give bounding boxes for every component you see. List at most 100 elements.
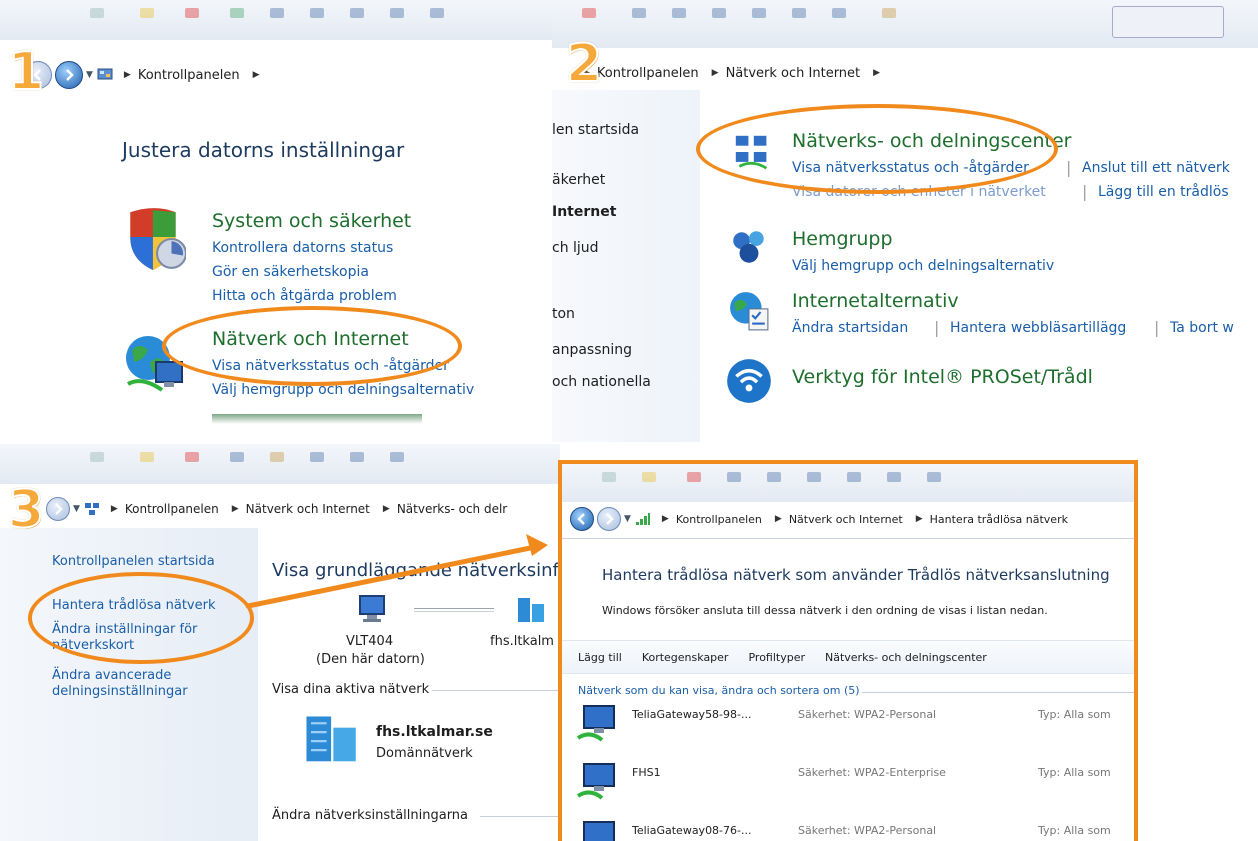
page-title: Justera datorns inställningar <box>122 138 405 162</box>
blurred-toolbar <box>0 0 560 40</box>
step-number-3: 3 <box>7 480 45 540</box>
sidebar-item-personalization[interactable]: anpassning <box>552 342 632 358</box>
arrow-left-icon <box>577 513 585 525</box>
change-settings-label: Ändra nätverksinställningarna <box>272 808 469 823</box>
domain-network-icon <box>306 716 356 762</box>
network-center-small-icon <box>84 503 99 515</box>
address-bar[interactable]: ▶ Kontrollpanelen ▶ Nätverk och Internet… <box>576 56 1258 90</box>
network-name: fhs.ltkalmar.se <box>376 724 493 740</box>
link-troubleshoot[interactable]: Hitta och åtgärda problem <box>212 288 397 304</box>
link-change-homepage[interactable]: Ändra startsidan <box>792 320 908 336</box>
table-row[interactable]: TeliaGateway08-76-... Säkerhet: WPA2-Per… <box>576 816 1134 841</box>
panel-network-center: ▼ ▶ Kontrollpanelen ▶ Nätverk och Intern… <box>0 444 560 841</box>
divider <box>862 692 1134 693</box>
link-connect-network[interactable]: Anslut till ett nätverk <box>1082 160 1230 176</box>
panel-control-panel-home: ▼ ▶ Kontrollpanelen ▶ Justera datorns in… <box>0 0 560 428</box>
arrow-right-icon <box>66 69 74 81</box>
computer-subtitle: (Den här datorn) <box>316 652 425 667</box>
list-group-header: Nätverk som du kan visa, ändra och sorte… <box>578 684 860 697</box>
domain-name-short: fhs.ltkalm <box>490 634 554 649</box>
sidebar-item-sound[interactable]: ch ljud <box>552 240 599 256</box>
arrow-right-icon <box>606 513 614 525</box>
history-dropdown-icon[interactable]: ▼ <box>624 514 631 524</box>
wifi-icon <box>727 359 771 403</box>
breadcrumb-kontrollpanelen[interactable]: Kontrollpanelen <box>125 502 219 516</box>
sidebar: len startsida äkerhet Internet ch ljud t… <box>552 90 700 442</box>
address-bar[interactable]: ▼ ▶ Kontrollpanelen ▶ <box>24 58 560 92</box>
link-check-status[interactable]: Kontrollera datorns status <box>212 240 393 256</box>
sidebar-item-home[interactable]: Kontrollpanelen startsida <box>52 554 215 569</box>
network-type: Typ: Alla som <box>1038 708 1111 721</box>
blurred-toolbar <box>562 464 1134 502</box>
computer-name: VLT404 <box>346 634 394 649</box>
forward-button[interactable] <box>46 497 70 521</box>
adapter-properties-button[interactable]: Kortegenskaper <box>642 651 729 664</box>
sidebar-item-regional[interactable]: och nationella <box>552 374 651 390</box>
forward-button[interactable] <box>55 61 83 89</box>
table-row[interactable]: FHS1 Säkerhet: WPA2-Enterprise Typ: Alla… <box>576 758 1134 806</box>
profile-types-button[interactable]: Profiltyper <box>748 651 805 664</box>
internet-options-icon <box>730 292 769 331</box>
wireless-network-icon <box>583 821 615 841</box>
category-title-intel-proset[interactable]: Verktyg för Intel® PROSet/Trådl <box>792 366 1093 388</box>
panel-manage-wireless: ▼ ▶ Kontrollpanelen ▶ Nätverk och Intern… <box>558 460 1138 841</box>
command-bar: Lägg till Kortegenskaper Profiltyper Nät… <box>562 640 1134 674</box>
network-type: Typ: Alla som <box>1038 824 1111 837</box>
shield-icon <box>130 208 186 270</box>
network-center-button[interactable]: Nätverks- och delningscenter <box>825 651 987 664</box>
divider <box>480 816 560 817</box>
breadcrumb-network-center[interactable]: Nätverks- och delr <box>397 502 507 516</box>
connection-line <box>414 608 494 612</box>
network-security: Säkerhet: WPA2-Personal <box>798 708 937 721</box>
network-name: TeliaGateway08-76-... <box>632 824 752 837</box>
network-security: Säkerhet: WPA2-Enterprise <box>798 766 946 779</box>
blurred-toolbar <box>552 0 1258 48</box>
link-add-wireless[interactable]: Lägg till en trådlös <box>1098 184 1229 200</box>
add-button[interactable]: Lägg till <box>578 651 622 664</box>
network-type: Domännätverk <box>376 746 473 761</box>
sidebar-item-appearance[interactable]: ton <box>552 306 575 322</box>
link-delete-history[interactable]: Ta bort w <box>1170 320 1234 336</box>
blurred-toolbar <box>0 444 560 484</box>
highlight-ring-manage-wireless <box>28 572 254 664</box>
page-title: Visa grundläggande nätverksinfo <box>272 560 560 581</box>
link-homegroup-options[interactable]: Välj hemgrupp och delningsalternativ <box>792 258 1054 274</box>
breadcrumb-network-internet[interactable]: Nätverk och Internet <box>246 502 370 516</box>
breadcrumb-network-internet[interactable]: Nätverk och Internet <box>726 66 861 81</box>
back-button[interactable] <box>570 507 594 531</box>
arrow-right-icon <box>55 503 63 515</box>
sidebar-item-internet[interactable]: Internet <box>552 204 616 220</box>
forward-button[interactable] <box>597 507 621 531</box>
address-bar[interactable]: ▼ ▶ Kontrollpanelen ▶ Nätverk och Intern… <box>46 492 560 526</box>
signal-bars-icon <box>635 513 650 525</box>
breadcrumb-kontrollpanelen[interactable]: Kontrollpanelen <box>138 68 240 83</box>
category-title-system-security[interactable]: System och säkerhet <box>212 210 411 232</box>
history-dropdown-icon[interactable]: ▼ <box>86 70 93 80</box>
divider <box>432 690 560 691</box>
sidebar-item-home[interactable]: len startsida <box>552 122 639 138</box>
highlight-ring-network-internet <box>162 306 462 386</box>
breadcrumb-kontrollpanelen[interactable]: Kontrollpanelen <box>597 66 699 81</box>
sidebar-item-advanced-sharing[interactable]: Ändra avancerade delningsinställningar <box>52 668 188 700</box>
history-dropdown-icon[interactable]: ▼ <box>73 504 80 514</box>
link-backup[interactable]: Gör en säkerhetskopia <box>212 264 369 280</box>
domain-icon <box>518 598 544 622</box>
table-row[interactable]: TeliaGateway58-98-... Säkerhet: WPA2-Per… <box>576 700 1134 748</box>
wireless-network-icon <box>576 763 615 800</box>
homegroup-icon <box>733 231 764 263</box>
breadcrumb-network-internet[interactable]: Nätverk och Internet <box>789 513 903 526</box>
address-bar[interactable]: ▼ ▶ Kontrollpanelen ▶ Nätverk och Intern… <box>570 502 1134 536</box>
sidebar-item-security[interactable]: äkerhet <box>552 172 605 188</box>
highlight-ring-network-center <box>696 104 1058 194</box>
breadcrumb-kontrollpanelen[interactable]: Kontrollpanelen <box>676 513 762 526</box>
breadcrumb-manage-wireless[interactable]: Hantera trådlösa nätverk <box>930 513 1068 526</box>
network-name: TeliaGateway58-98-... <box>632 708 752 721</box>
network-security: Säkerhet: WPA2-Personal <box>798 824 937 837</box>
link-browser-addons[interactable]: Hantera webbläsartillägg <box>950 320 1126 336</box>
category-title-internet-options[interactable]: Internetalternativ <box>792 290 959 312</box>
category-title-homegroup[interactable]: Hemgrupp <box>792 228 893 250</box>
active-networks-label: Visa dina aktiva nätverk <box>272 682 430 697</box>
panel-network-internet: ▶ Kontrollpanelen ▶ Nätverk och Internet… <box>552 0 1258 442</box>
computer-icon <box>359 595 385 622</box>
step-number-2: 2 <box>565 34 603 94</box>
